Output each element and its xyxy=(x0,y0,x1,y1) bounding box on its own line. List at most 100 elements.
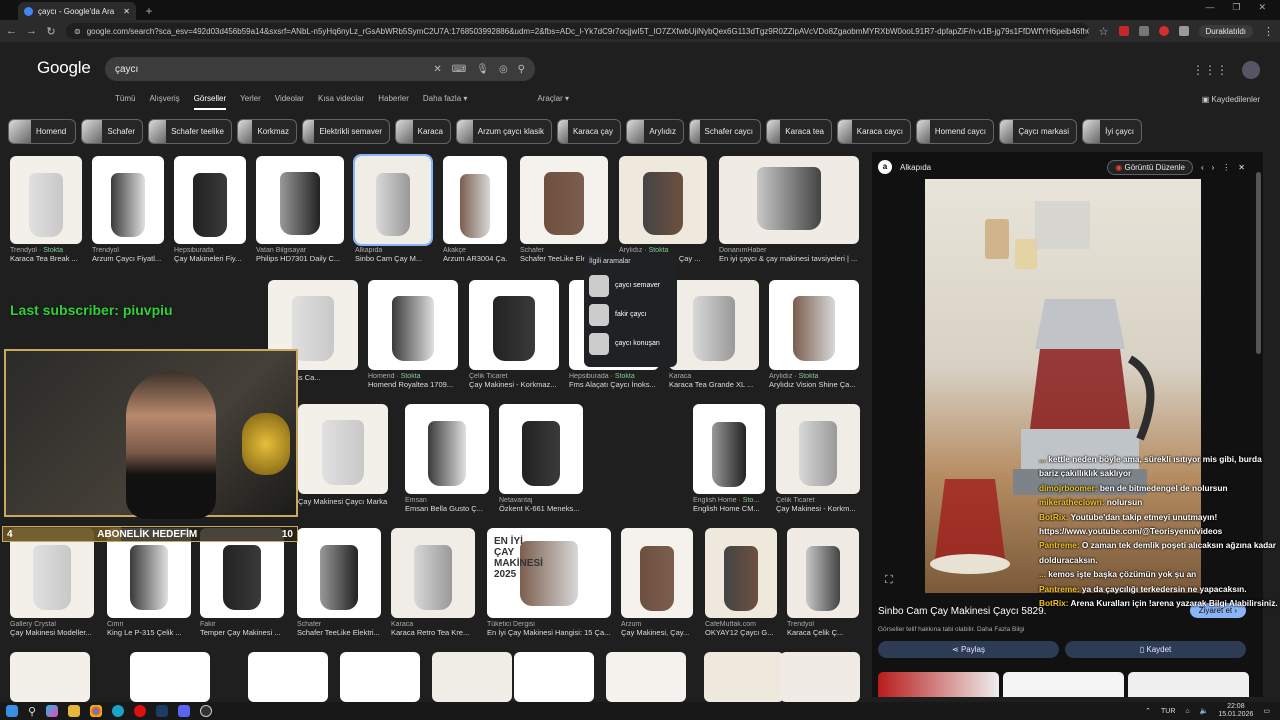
notification-icon[interactable]: ▭ xyxy=(1263,707,1270,715)
result-caption[interactable]: Sinbo Cam Çay M... xyxy=(355,254,431,263)
fullscreen-icon[interactable]: ⛶ xyxy=(885,574,893,587)
search-box[interactable]: çaycı ✕ ⌨ 🎙 ◎ ⚲ xyxy=(105,57,535,81)
result-thumbnail[interactable] xyxy=(248,652,328,702)
result-caption[interactable]: Karaca Tea Break ... xyxy=(10,254,82,263)
close-tab-icon[interactable]: ✕ xyxy=(123,7,130,16)
result-thumbnail[interactable] xyxy=(368,280,458,370)
image-result[interactable]: CafeMutfak.com OKYAY12 Çaycı G... xyxy=(705,528,777,637)
browser-tab[interactable]: çaycı - Google'da Ara ✕ xyxy=(18,2,136,20)
result-thumbnail[interactable] xyxy=(719,156,859,244)
filter-short-videos[interactable]: Kısa videolar xyxy=(318,94,364,110)
chip-10[interactable]: Karaca tea xyxy=(766,119,832,144)
chip-13[interactable]: Çaycı markasi xyxy=(999,119,1077,144)
back-icon[interactable]: ← xyxy=(6,25,17,37)
result-thumbnail[interactable] xyxy=(340,652,420,702)
result-thumbnail[interactable] xyxy=(92,156,164,244)
image-result[interactable]: Emsan Emsan Bella Gusto Ç... xyxy=(405,404,489,513)
chip-1[interactable]: Schafer xyxy=(81,119,143,144)
result-thumbnail[interactable] xyxy=(787,528,859,618)
image-result[interactable]: Akakçe Arzum AR3004 Ça... xyxy=(443,156,507,263)
site-info-icon[interactable]: ⊜ xyxy=(74,27,81,36)
result-thumbnail[interactable] xyxy=(469,280,559,370)
apps-grid-icon[interactable]: ⋮⋮⋮ xyxy=(1192,63,1228,77)
result-caption[interactable]: Karaca Çelik Ç... xyxy=(787,628,859,637)
image-result[interactable]: Hepsiburada Çay Makineleri Fiy... xyxy=(174,156,246,263)
chip-0[interactable]: Homend xyxy=(8,119,76,144)
tray-up-icon[interactable]: ⌃ xyxy=(1145,707,1151,715)
extension-gray-icon[interactable] xyxy=(1138,26,1149,36)
image-result[interactable]: Fakir Temper Çay Makinesi ... xyxy=(200,528,284,637)
maximize-icon[interactable]: ❐ xyxy=(1232,2,1240,13)
result-caption[interactable]: Homend Royaltea 1709... xyxy=(368,380,458,389)
chip-2[interactable]: Schafer teelike xyxy=(148,119,232,144)
chip-14[interactable]: İyi çaycı xyxy=(1082,119,1142,144)
steam-icon[interactable] xyxy=(156,705,169,717)
opera-icon[interactable] xyxy=(134,705,147,717)
chip-7[interactable]: Karaca çay xyxy=(557,119,621,144)
image-result[interactable]: Trendyol Karaca Çelik Ç... xyxy=(787,528,859,637)
discord-icon[interactable] xyxy=(178,705,191,717)
result-thumbnail[interactable] xyxy=(297,528,381,618)
result-caption[interactable]: Emsan Bella Gusto Ç... xyxy=(405,504,489,513)
similar-thumb[interactable] xyxy=(1128,672,1249,697)
image-result[interactable]: Cimri King Le P-315 Çelik ... xyxy=(107,528,191,637)
clear-search-icon[interactable]: ✕ xyxy=(433,64,441,75)
result-thumbnail[interactable] xyxy=(130,652,210,702)
search-taskbar-icon[interactable]: ⚲ xyxy=(28,705,36,718)
extension-red-icon[interactable] xyxy=(1118,26,1129,36)
result-caption[interactable]: Çay Makinesi Çaycı Marka... xyxy=(298,497,388,506)
result-caption[interactable]: OKYAY12 Çaycı G... xyxy=(705,628,777,637)
similar-thumb[interactable] xyxy=(878,672,999,697)
result-caption[interactable]: King Le P-315 Çelik ... xyxy=(107,628,191,637)
extensions-puzzle-icon[interactable] xyxy=(1178,26,1189,36)
save-button[interactable]: ▯ Kaydet xyxy=(1065,641,1246,658)
result-thumbnail[interactable] xyxy=(669,280,759,370)
filter-more[interactable]: Daha fazla ▾ xyxy=(423,94,467,110)
result-caption[interactable]: Arzum AR3004 Ça... xyxy=(443,254,507,263)
result-caption[interactable]: Arylıdız Vision Shine Ça... xyxy=(769,380,859,389)
close-panel-icon[interactable]: ✕ xyxy=(1238,163,1245,172)
volume-icon[interactable]: 🔈 xyxy=(1200,707,1209,715)
result-thumbnail[interactable] xyxy=(606,652,686,702)
filter-news[interactable]: Haberler xyxy=(378,94,409,110)
filter-places[interactable]: Yerler xyxy=(240,94,261,110)
result-thumbnail[interactable] xyxy=(621,528,693,618)
prev-icon[interactable]: ‹ xyxy=(1201,163,1204,172)
clock[interactable]: 22:08 15.01.2026 xyxy=(1218,703,1253,719)
image-result[interactable]: Arzum Çay Makinesi, Çay... xyxy=(621,528,693,637)
bookmark-star-icon[interactable]: ☆ xyxy=(1099,25,1109,38)
related-item[interactable]: fakir çaycı xyxy=(589,300,672,329)
result-thumbnail[interactable] xyxy=(298,404,388,494)
result-caption[interactable]: Karaca Tea Grande XL ... xyxy=(669,380,759,389)
network-icon[interactable]: ⌂ xyxy=(1185,708,1189,715)
chip-5[interactable]: Karaca xyxy=(395,119,451,144)
address-bar[interactable]: ⊜ google.com/search?sca_esv=492d03d456b5… xyxy=(66,23,1089,39)
lens-icon[interactable]: ◎ xyxy=(499,64,508,75)
result-caption[interactable]: En İyi Çay Makinesi Hangisi: 15 Ça... xyxy=(487,628,611,637)
filter-images[interactable]: Görseller xyxy=(193,94,227,110)
image-result[interactable]: Çelik Ticaret Çay Makinesi - Korkmaz... xyxy=(469,280,559,389)
image-result[interactable]: Karaca Karaca Tea Grande XL ... xyxy=(669,280,759,389)
result-thumbnail[interactable] xyxy=(769,280,859,370)
result-thumbnail[interactable] xyxy=(353,154,433,246)
search-icon[interactable]: ⚲ xyxy=(518,64,525,75)
result-thumbnail[interactable] xyxy=(391,528,475,618)
chip-4[interactable]: Elektrikli semaver xyxy=(302,119,390,144)
panel-scrollbar[interactable] xyxy=(1256,172,1261,354)
more-icon[interactable]: ⋮ xyxy=(1222,163,1230,172)
result-thumbnail[interactable] xyxy=(10,156,82,244)
chip-8[interactable]: Arylıdız xyxy=(626,119,684,144)
share-button[interactable]: ⋖ Paylaş xyxy=(878,641,1059,658)
copilot-icon[interactable] xyxy=(46,705,59,717)
result-caption[interactable]: Arzum Çaycı Fiyatl... xyxy=(92,254,164,263)
google-logo[interactable]: Google xyxy=(37,58,91,78)
result-caption[interactable]: Çay Makinesi - Korkmaz... xyxy=(469,380,559,389)
image-result[interactable]: Vatan Bilgisayar Philips HD7301 Daily C..… xyxy=(256,156,344,263)
profile-paused-button[interactable]: Duraklatıldı xyxy=(1198,24,1253,38)
result-caption[interactable]: Philips HD7301 Daily C... xyxy=(256,254,344,263)
image-result[interactable]: Gallery Crystal Çay Makinesi Modeller... xyxy=(10,528,94,637)
image-result[interactable]: Arylıdız · StoktaArylıdız Tea Style Çay … xyxy=(619,156,707,263)
result-caption[interactable]: Karaca Retro Tea Kre... xyxy=(391,628,475,637)
result-thumbnail[interactable] xyxy=(256,156,344,244)
result-thumbnail[interactable] xyxy=(514,652,594,702)
